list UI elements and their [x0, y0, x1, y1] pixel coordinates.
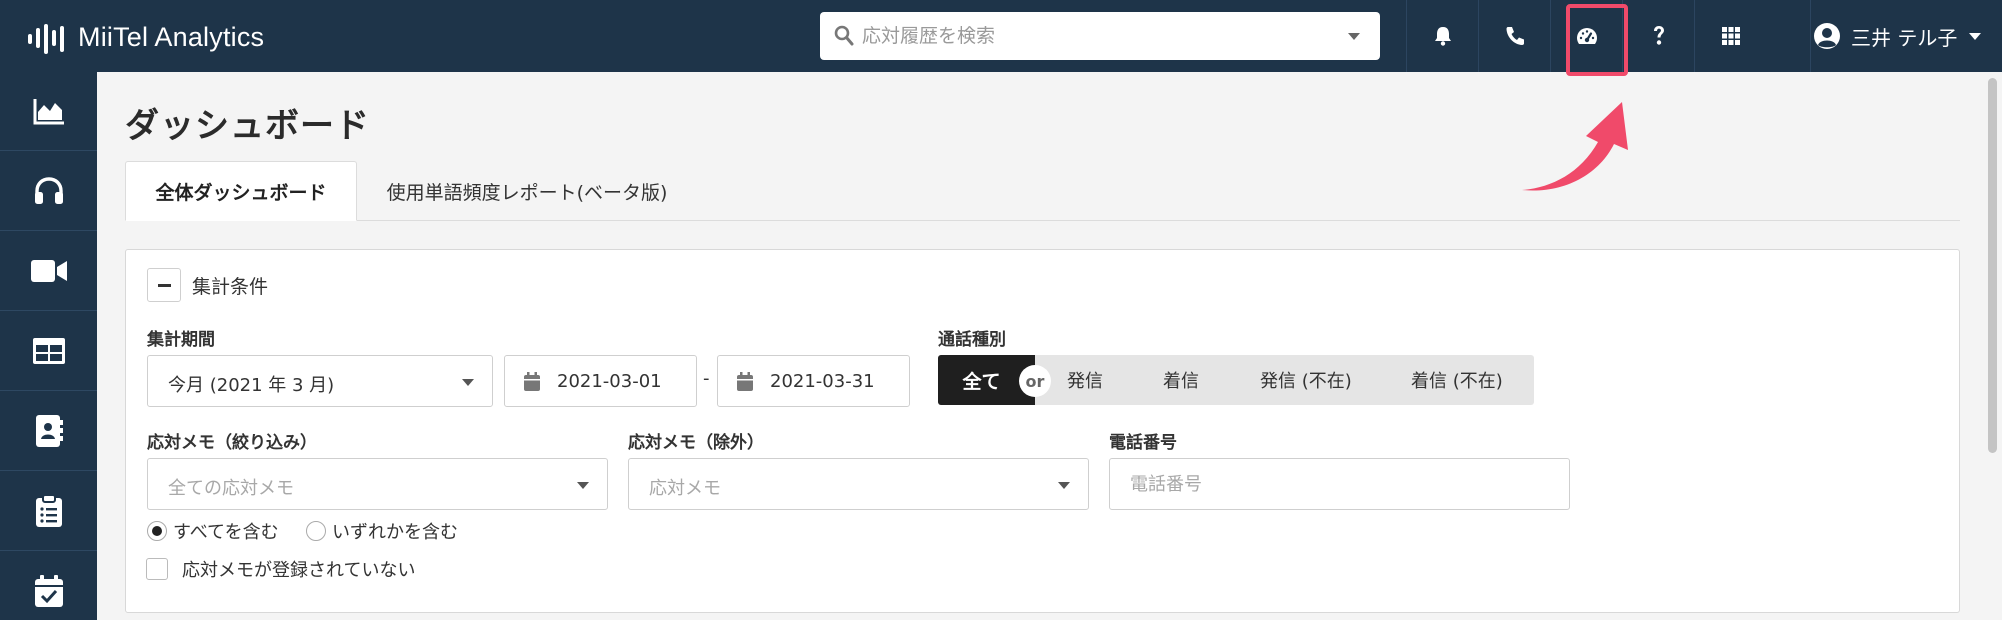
- headset-icon: [34, 177, 63, 204]
- end-date-value: 2021-03-31: [770, 371, 875, 392]
- tab-word-frequency-report[interactable]: 使用単語頻度レポート(ベータ版): [367, 161, 687, 221]
- apps-menu-button[interactable]: [1694, 0, 1766, 72]
- scrollbar-thumb[interactable]: [1988, 78, 1997, 453]
- match-any-label: いずれかを含む: [332, 522, 458, 543]
- contact-book-icon: [35, 415, 63, 447]
- app-logo[interactable]: MiiTel Analytics: [28, 20, 264, 54]
- user-menu[interactable]: 三井 テル子: [1810, 0, 2002, 72]
- highlight-box: [1566, 4, 1628, 76]
- sidebar-item-tasks[interactable]: [0, 472, 97, 551]
- sidebar-item-meetings[interactable]: [0, 232, 97, 311]
- radio-button-selected[interactable]: [147, 521, 167, 541]
- chevron-down-icon: [577, 482, 589, 489]
- user-avatar-icon: [1814, 23, 1840, 49]
- no-memo-option[interactable]: 応対メモが登録されていない: [146, 556, 415, 582]
- call-type-outgoing-button[interactable]: 発信: [1067, 355, 1103, 405]
- period-preset-value: 今月 (2021 年 3 月): [168, 375, 335, 396]
- no-memo-checkbox[interactable]: [146, 558, 168, 580]
- search-icon: [834, 25, 854, 46]
- phone-icon: [1506, 27, 1524, 45]
- chevron-down-icon: [1058, 482, 1070, 489]
- match-all-label: すべてを含む: [173, 522, 279, 543]
- start-date-value: 2021-03-01: [557, 371, 662, 392]
- logo-mark-icon: [28, 20, 70, 54]
- memo-include-select[interactable]: 全ての応対メモ: [147, 458, 608, 510]
- search-input[interactable]: [862, 12, 1332, 60]
- app-name: MiiTel Analytics: [78, 21, 265, 52]
- help-button[interactable]: [1622, 0, 1694, 72]
- filter-panel-title: 集計条件: [192, 276, 269, 298]
- date-range-separator: -: [703, 368, 710, 389]
- sidebar-item-contacts[interactable]: [0, 392, 97, 471]
- radio-button[interactable]: [306, 521, 326, 541]
- memo-include-label: 応対メモ（絞り込み）: [147, 433, 317, 453]
- minus-icon: [157, 283, 171, 287]
- memo-include-placeholder: 全ての応対メモ: [168, 478, 294, 499]
- sidebar-item-analytics[interactable]: [0, 72, 97, 151]
- period-preset-select[interactable]: 今月 (2021 年 3 月): [147, 355, 493, 407]
- chart-area-icon: [33, 99, 64, 125]
- bell-icon: [1434, 27, 1451, 46]
- end-date-field[interactable]: 2021-03-31: [717, 355, 910, 407]
- tab-overall-dashboard[interactable]: 全体ダッシュボード: [125, 161, 357, 221]
- sidebar: [0, 72, 97, 620]
- top-navigation-bar: MiiTel Analytics 応対履歴を検索 三井 テル子: [0, 0, 2002, 72]
- match-any-option[interactable]: いずれかを含む: [306, 518, 458, 544]
- video-icon: [30, 260, 67, 282]
- page-title: ダッシュボード: [125, 106, 370, 146]
- calendar-check-icon: [34, 575, 63, 607]
- user-name: 三井 テル子: [1851, 25, 1958, 50]
- phone-number-label: 電話番号: [1109, 433, 1177, 453]
- chevron-down-icon: [1969, 32, 1982, 40]
- phone-button[interactable]: [1478, 0, 1550, 72]
- memo-exclude-select[interactable]: 応対メモ: [628, 458, 1089, 510]
- period-label: 集計期間: [147, 330, 215, 350]
- call-type-label: 通話種別: [938, 330, 1006, 350]
- memo-exclude-placeholder: 応対メモ: [649, 478, 721, 499]
- collapse-filter-button[interactable]: [147, 268, 181, 302]
- sidebar-item-schedule[interactable]: [0, 552, 97, 620]
- callout-arrow-icon: [1522, 102, 1628, 191]
- help-icon: [1653, 26, 1664, 45]
- search-dropdown-caret-icon[interactable]: [1348, 33, 1360, 40]
- apps-grid-icon: [1721, 27, 1740, 45]
- calendar-icon: [737, 372, 753, 391]
- sidebar-item-reports[interactable]: [0, 312, 97, 391]
- call-type-incoming-button[interactable]: 着信: [1163, 355, 1199, 405]
- match-all-option[interactable]: すべてを含む: [147, 518, 279, 544]
- memo-exclude-label: 応対メモ（除外）: [628, 433, 764, 453]
- no-memo-label: 応対メモが登録されていない: [182, 560, 416, 581]
- call-type-outgoing-missed-button[interactable]: 発信 (不在): [1260, 355, 1352, 405]
- history-search-box[interactable]: [820, 12, 1380, 60]
- notifications-button[interactable]: [1406, 0, 1478, 72]
- call-type-incoming-missed-button[interactable]: 着信 (不在): [1411, 355, 1503, 405]
- clipboard-list-icon: [35, 494, 62, 527]
- table-icon: [32, 338, 65, 364]
- call-type-segmented-control: 全て or 発信 着信 発信 (不在) 着信 (不在): [938, 355, 1534, 405]
- calendar-icon: [524, 372, 540, 391]
- page-scrollbar[interactable]: [1984, 72, 2002, 620]
- chevron-down-icon: [462, 379, 474, 386]
- start-date-field[interactable]: 2021-03-01: [504, 355, 697, 407]
- sidebar-item-calls[interactable]: [0, 152, 97, 231]
- phone-number-input[interactable]: [1109, 458, 1570, 510]
- or-separator: or: [1019, 365, 1051, 397]
- filter-panel: 集計条件 集計期間 今月 (2021 年 3 月) 2021-03-01 - 2…: [125, 249, 1960, 613]
